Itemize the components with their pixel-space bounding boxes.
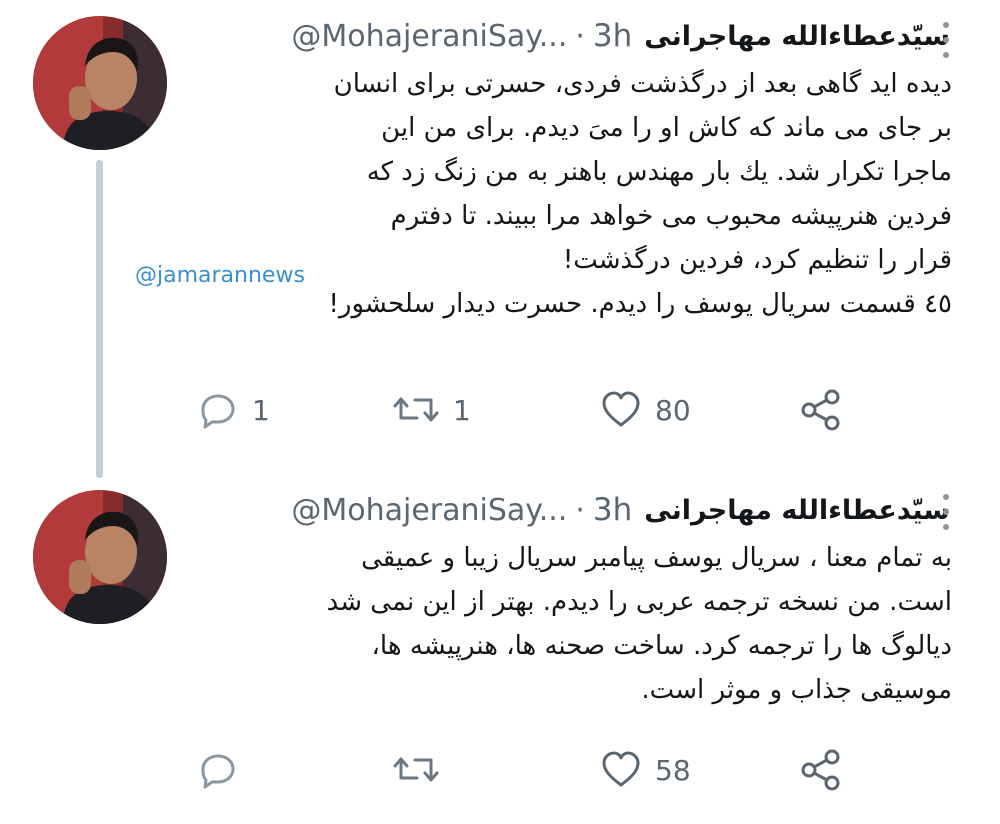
tweet-text-line: ٤٥ قسمت سریال یوسف را دیدم. حسرت دیدار س… <box>328 289 953 319</box>
reply-icon <box>201 394 235 429</box>
share-icon <box>801 389 840 431</box>
like-count: 80 <box>655 393 691 427</box>
like-button[interactable]: 80 <box>601 380 691 440</box>
author-handle[interactable]: @MohajeraniSay... <box>291 19 567 54</box>
reply-icon <box>201 754 235 789</box>
tweet[interactable]: @MohajeraniSay... · 3h سیّدعطاءالله مهاج… <box>0 478 1000 824</box>
tweet[interactable]: @MohajeraniSay... · 3h سیّدعطاءالله مهاج… <box>0 0 1000 470</box>
tweet-timestamp[interactable]: 3h <box>593 492 632 528</box>
tweet-text-line: دیالوگ ها را ترجمه کرد. ساخت صحنه ها، هن… <box>371 631 952 661</box>
tweet-text-line: دیده اید گاهی بعد از درگذشت فردی، حسرتی … <box>333 69 952 99</box>
tweet-actions: 1 1 80 <box>0 380 1000 440</box>
retweet-button[interactable] <box>393 740 453 800</box>
like-count: 58 <box>655 753 691 787</box>
tweet-timestamp[interactable]: 3h <box>593 18 632 54</box>
tweet-header: @MohajeraniSay... · 3h سیّدعطاءالله مهاج… <box>291 16 950 56</box>
retweet-button[interactable]: 1 <box>393 380 471 440</box>
author-handle[interactable]: @MohajeraniSay... <box>291 493 567 528</box>
tweet-text-line: به تمام معنا ، سریال یوسف پیامبر سریال ز… <box>361 543 952 573</box>
tweet-text-line: ماجرا تکرار شد. یك بار مهندس باهنر به من… <box>366 157 952 187</box>
tweet-text: به تمام معنا ، سریال یوسف پیامبر سریال ز… <box>172 536 952 712</box>
avatar[interactable] <box>33 490 167 624</box>
tweet-text-line: است. من نسخه ترجمه عربی را دیدم. بهتر از… <box>326 587 952 617</box>
author-name[interactable]: سیّدعطاءالله مهاجرانی <box>644 21 950 52</box>
retweet-icon <box>393 397 439 422</box>
separator-dot: · <box>575 492 585 528</box>
like-button[interactable]: 58 <box>601 740 691 800</box>
reply-button[interactable] <box>198 740 252 800</box>
tweet-text-line: بر جای می ماند که کاش او را میَ دیدم. بر… <box>381 113 952 143</box>
heart-icon <box>602 751 640 787</box>
author-name[interactable]: سیّدعطاءالله مهاجرانی <box>644 495 950 526</box>
share-icon <box>801 749 840 791</box>
tweet-text-line: فردین هنرپیشه محبوب می خواهد مرا ببیند. … <box>390 201 952 231</box>
separator-dot: · <box>575 18 585 54</box>
share-button[interactable] <box>800 740 842 800</box>
avatar[interactable] <box>33 16 167 150</box>
reply-button[interactable]: 1 <box>198 380 270 440</box>
tweet-actions: 58 <box>0 740 1000 800</box>
heart-icon <box>602 391 640 427</box>
more-vertical-icon[interactable] <box>938 494 954 530</box>
share-button[interactable] <box>800 380 842 440</box>
reply-count: 1 <box>252 393 270 427</box>
retweet-count: 1 <box>453 393 471 427</box>
more-vertical-icon[interactable] <box>938 22 954 58</box>
tweet-text-line: موسیقی جذاب و موثر است. <box>641 675 952 705</box>
retweet-icon <box>393 757 439 782</box>
tweet-header: @MohajeraniSay... · 3h سیّدعطاءالله مهاج… <box>291 490 950 530</box>
watermark-text: @jamarannews <box>135 263 305 288</box>
